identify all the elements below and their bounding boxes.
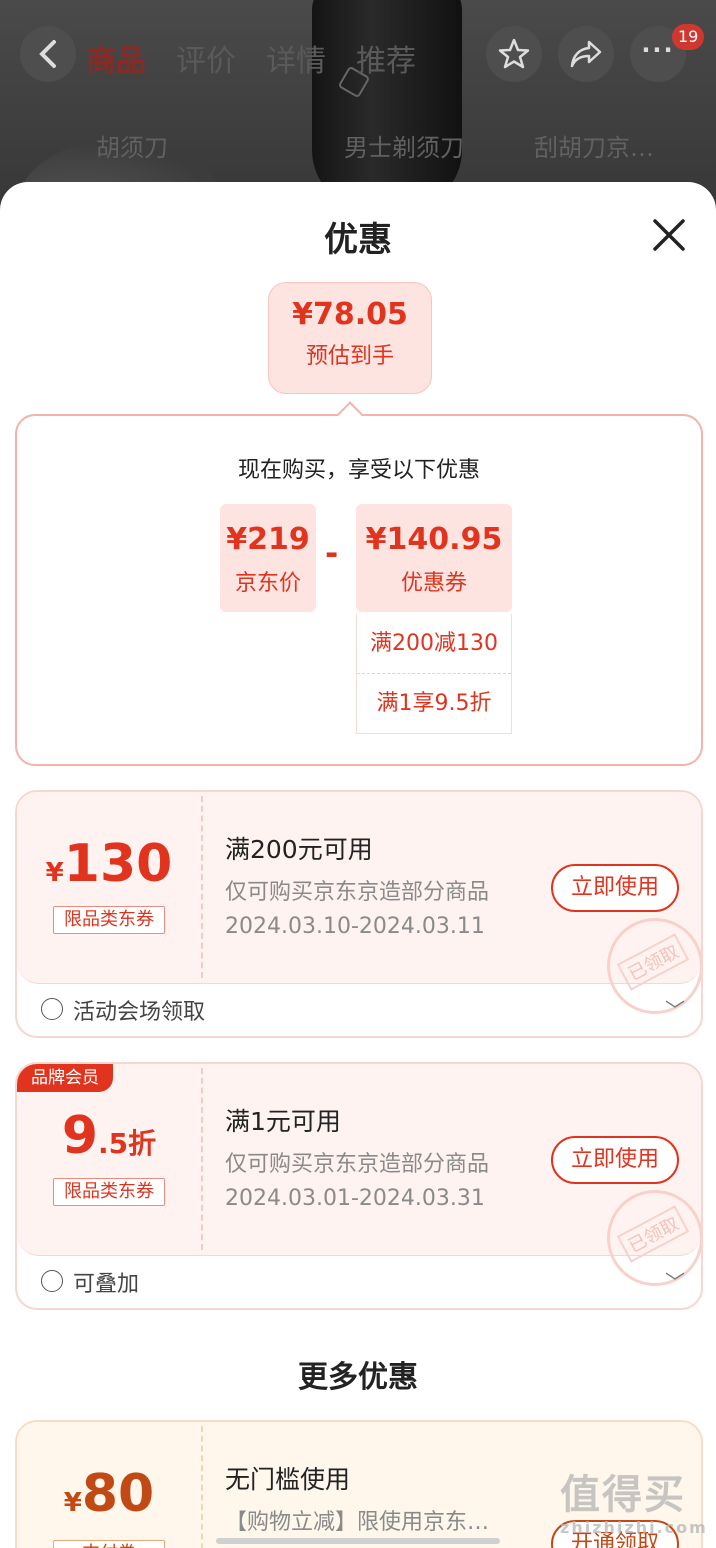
coupon-value: 130 <box>63 834 173 894</box>
star-icon <box>498 38 530 69</box>
coupon-source: 活动会场领取 <box>73 1000 206 1025</box>
home-indicator[interactable] <box>216 1538 500 1544</box>
coupon-footer[interactable]: 活动会场领取 ﹀ <box>17 988 701 1036</box>
more-dots-icon: ··· <box>641 36 675 64</box>
search-chip[interactable]: 男士剃须刀 <box>344 128 464 163</box>
coupon-scope: 仅可购买京东京造部分商品 <box>225 1152 490 1177</box>
brand-member-badge: 品牌会员 <box>17 1064 113 1092</box>
sheet-title: 优惠 <box>324 220 392 260</box>
callout-pointer <box>337 401 363 427</box>
coupon-validity: 2024.03.01-2024.03.31 <box>225 1186 485 1211</box>
watermark-text: 值得买 <box>560 1472 686 1518</box>
tab-details[interactable]: 详情 <box>266 36 326 80</box>
coupon-rule: 满1享9.5折 <box>357 673 511 732</box>
coupon-condition: 满200元可用 <box>225 835 373 864</box>
coupon-card: 品牌会员 9.5折 限品类东券 满1元可用 仅可购买京东京造部分商品 2024.… <box>15 1062 703 1310</box>
currency-symbol: ¥ <box>45 858 64 888</box>
minus-sign: - <box>325 534 339 572</box>
back-button[interactable] <box>20 26 76 82</box>
coupon-card: ¥130 限品类东券 满200元可用 仅可购买京东京造部分商品 2024.03.… <box>15 790 703 1038</box>
watermark-url: zhizhizhi.com <box>560 1518 708 1537</box>
more-discounts-title: 更多优惠 <box>298 1360 418 1395</box>
price-breakdown: 现在购买，享受以下优惠 ¥219 京东价 - ¥140.95 优惠券 满200减… <box>15 401 703 766</box>
tab-product[interactable]: 商品 <box>86 36 146 80</box>
product-tabs: 商品 评价 详情 推荐 <box>86 36 416 80</box>
chevron-left-icon <box>39 40 56 68</box>
estimated-price-box: ¥78.05 预估到手 <box>268 282 432 394</box>
coupon-divider <box>201 1426 203 1548</box>
jd-price: ¥219 <box>226 522 310 557</box>
coupon-validity: 2024.03.10-2024.03.11 <box>225 914 485 939</box>
message-count-badge: 19 <box>672 24 705 50</box>
top-nav-bar: 商品 评价 详情 推荐 ··· 19 <box>0 24 716 86</box>
claimed-stamp-text: 已领取 <box>616 933 690 991</box>
coupon-scope: 仅可购买京东京造部分商品 <box>225 880 490 905</box>
coupon-body: ¥130 限品类东券 满200元可用 仅可购买京东京造部分商品 2024.03.… <box>17 792 701 1014</box>
coupon-discount-suffix: .5折 <box>98 1127 157 1160</box>
search-chip[interactable]: 胡须刀 <box>96 128 168 163</box>
coupon-total-price: ¥140.95 <box>365 522 503 557</box>
use-now-button[interactable]: 立即使用 <box>551 1136 679 1184</box>
coupon-amount: ¥80 <box>17 1464 201 1524</box>
coupon-amount: ¥130 <box>17 834 201 894</box>
tab-recommend[interactable]: 推荐 <box>356 36 416 80</box>
coupon-rule: 满200减130 <box>370 631 498 656</box>
coupon-scope: 【购物立减】限使用京东… <box>225 1510 490 1535</box>
jd-price-label: 京东价 <box>234 571 301 596</box>
coupon-rules: 满200减130 满1享9.5折 <box>356 614 512 734</box>
currency-symbol: ¥ <box>63 1488 82 1518</box>
use-now-button[interactable]: 立即使用 <box>551 864 679 912</box>
coupon-total-label: 优惠券 <box>400 571 467 596</box>
close-icon[interactable] <box>648 214 690 256</box>
stackable-icon <box>41 1270 63 1292</box>
claimed-stamp-text: 已领取 <box>616 1205 690 1263</box>
coupon-divider <box>201 796 203 978</box>
coupon-condition: 无门槛使用 <box>225 1465 351 1494</box>
coupon-total-box: ¥140.95 优惠券 <box>356 504 512 612</box>
coupon-amount: 9.5折 <box>17 1106 201 1166</box>
share-icon <box>570 40 602 68</box>
tab-reviews[interactable]: 评价 <box>176 36 236 80</box>
coupon-type-tag: 限品类东券 <box>53 906 165 934</box>
coupon-footer[interactable]: 可叠加 ﹀ <box>17 1260 701 1308</box>
coupon-type-tag: 支付券 <box>53 1540 165 1548</box>
chevron-down-icon[interactable]: ﹀ <box>665 1266 685 1295</box>
search-chip[interactable]: 刮胡刀京… <box>534 128 654 163</box>
coupon-value: 9 <box>61 1106 99 1166</box>
venue-icon <box>41 998 63 1020</box>
coupon-type-tag: 限品类东券 <box>53 1178 165 1206</box>
related-search-row: 胡须刀 男士剃须刀 刮胡刀京… <box>0 128 716 168</box>
discount-sheet: 优惠 ¥78.05 预估到手 现在购买，享受以下优惠 ¥219 京东价 - ¥1… <box>0 182 716 1548</box>
coupon-condition: 满1元可用 <box>225 1107 341 1136</box>
site-watermark: 值得买 zhizhizhi.com <box>560 1462 710 1542</box>
estimated-price: ¥78.05 <box>292 297 408 332</box>
chevron-down-icon[interactable]: ﹀ <box>665 994 685 1023</box>
estimated-price-label: 预估到手 <box>305 344 394 369</box>
coupon-value: 80 <box>81 1464 155 1524</box>
breakdown-title: 现在购买，享受以下优惠 <box>237 458 480 483</box>
share-button[interactable] <box>558 26 614 82</box>
favorite-button[interactable] <box>486 26 542 82</box>
coupon-divider <box>201 1068 203 1250</box>
coupon-stackable: 可叠加 <box>73 1272 140 1297</box>
jd-price-box: ¥219 京东价 <box>220 504 316 612</box>
coupon-body: 品牌会员 9.5折 限品类东券 满1元可用 仅可购买京东京造部分商品 2024.… <box>17 1064 701 1286</box>
